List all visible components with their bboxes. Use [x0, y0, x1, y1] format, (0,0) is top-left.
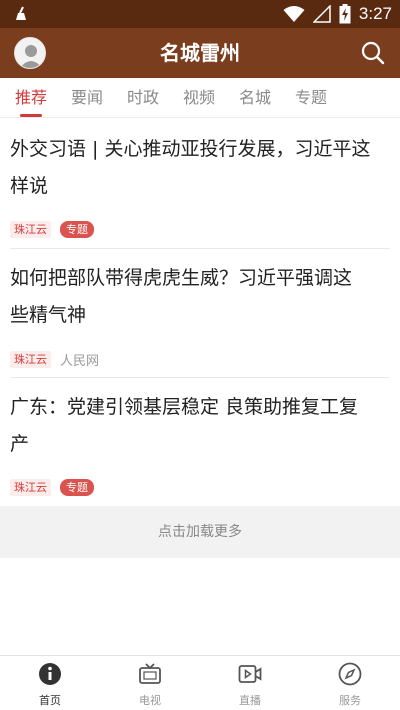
user-avatar-icon — [20, 45, 42, 68]
nav-label: 首页 — [39, 694, 61, 707]
tab-recommend[interactable]: 推荐 — [10, 78, 52, 118]
news-meta: 珠江云 专题 — [10, 479, 94, 496]
topic-badge: 专题 — [60, 221, 94, 238]
tab-label: 视频 — [182, 88, 215, 107]
avatar[interactable] — [14, 37, 46, 69]
nav-label: 直播 — [239, 694, 261, 707]
news-headline-line: 样说 — [10, 175, 49, 197]
nav-live[interactable]: 直播 — [200, 656, 300, 710]
page-title: 名城雷州 — [160, 41, 240, 65]
news-headline-line: 广东：党建引领基层稳定 良策助推复工复 — [10, 396, 359, 418]
bottom-nav: 首页 电视 直播 服务 — [0, 655, 400, 710]
news-meta: 珠江云 专题 — [10, 221, 94, 238]
divider — [10, 248, 390, 249]
clock-time: 3:27 — [358, 4, 392, 23]
publisher-label: 人民网 — [60, 354, 100, 369]
source-tag: 珠江云 — [10, 351, 51, 368]
nav-tv[interactable]: 电视 — [100, 656, 200, 710]
compass-icon — [338, 662, 362, 686]
news-headline-line: 些精气神 — [10, 304, 87, 326]
tab-label: 要闻 — [70, 88, 103, 107]
active-tab-indicator — [20, 114, 42, 117]
news-headline-line: 外交习语 | 关心推动亚投行发展，习近平这 — [10, 138, 371, 160]
cleaner-icon — [16, 6, 26, 20]
tab-label: 推荐 — [14, 88, 47, 107]
app-header: 名城雷州 — [0, 28, 400, 78]
source-tag: 珠江云 — [10, 479, 51, 496]
tab-label: 专题 — [294, 88, 327, 107]
signal-icon — [312, 5, 331, 23]
tab-topics[interactable]: 专题 — [290, 78, 332, 118]
news-headline-line: 产 — [10, 433, 30, 455]
news-item[interactable]: 广东：党建引领基层稳定 良策助推复工复 产 珠江云 专题 — [10, 389, 390, 501]
divider — [10, 377, 390, 378]
category-tabs: 推荐 要闻 时政 视频 名城 专题 — [0, 78, 400, 118]
source-tag: 珠江云 — [10, 221, 51, 238]
tab-label: 名城 — [238, 88, 271, 107]
nav-home[interactable]: 首页 — [0, 656, 100, 710]
tab-headlines[interactable]: 要闻 — [66, 78, 108, 118]
load-more-button[interactable]: 点击加载更多 — [0, 506, 400, 558]
nav-services[interactable]: 服务 — [300, 656, 400, 710]
battery-charging-icon — [339, 4, 351, 24]
info-icon — [39, 663, 61, 685]
nav-label: 服务 — [339, 694, 361, 707]
tab-video[interactable]: 视频 — [178, 78, 220, 118]
live-video-icon — [238, 665, 262, 683]
news-meta: 珠江云 人民网 — [10, 350, 99, 369]
tab-city[interactable]: 名城 — [234, 78, 276, 118]
nav-label: 电视 — [139, 694, 161, 707]
tab-label: 时政 — [126, 88, 159, 107]
search-icon[interactable] — [360, 40, 386, 66]
news-headline-line: 如何把部队带得虎虎生威？习近平强调这 — [10, 267, 353, 289]
news-item[interactable]: 如何把部队带得虎虎生威？习近平强调这 些精气神 珠江云 人民网 — [10, 260, 390, 372]
topic-badge: 专题 — [60, 479, 94, 496]
news-item[interactable]: 外交习语 | 关心推动亚投行发展，习近平这 样说 珠江云 专题 — [10, 131, 390, 243]
tv-icon — [139, 663, 161, 684]
tab-politics[interactable]: 时政 — [122, 78, 164, 118]
wifi-icon — [283, 6, 305, 22]
status-bar: 3:27 — [0, 0, 400, 28]
